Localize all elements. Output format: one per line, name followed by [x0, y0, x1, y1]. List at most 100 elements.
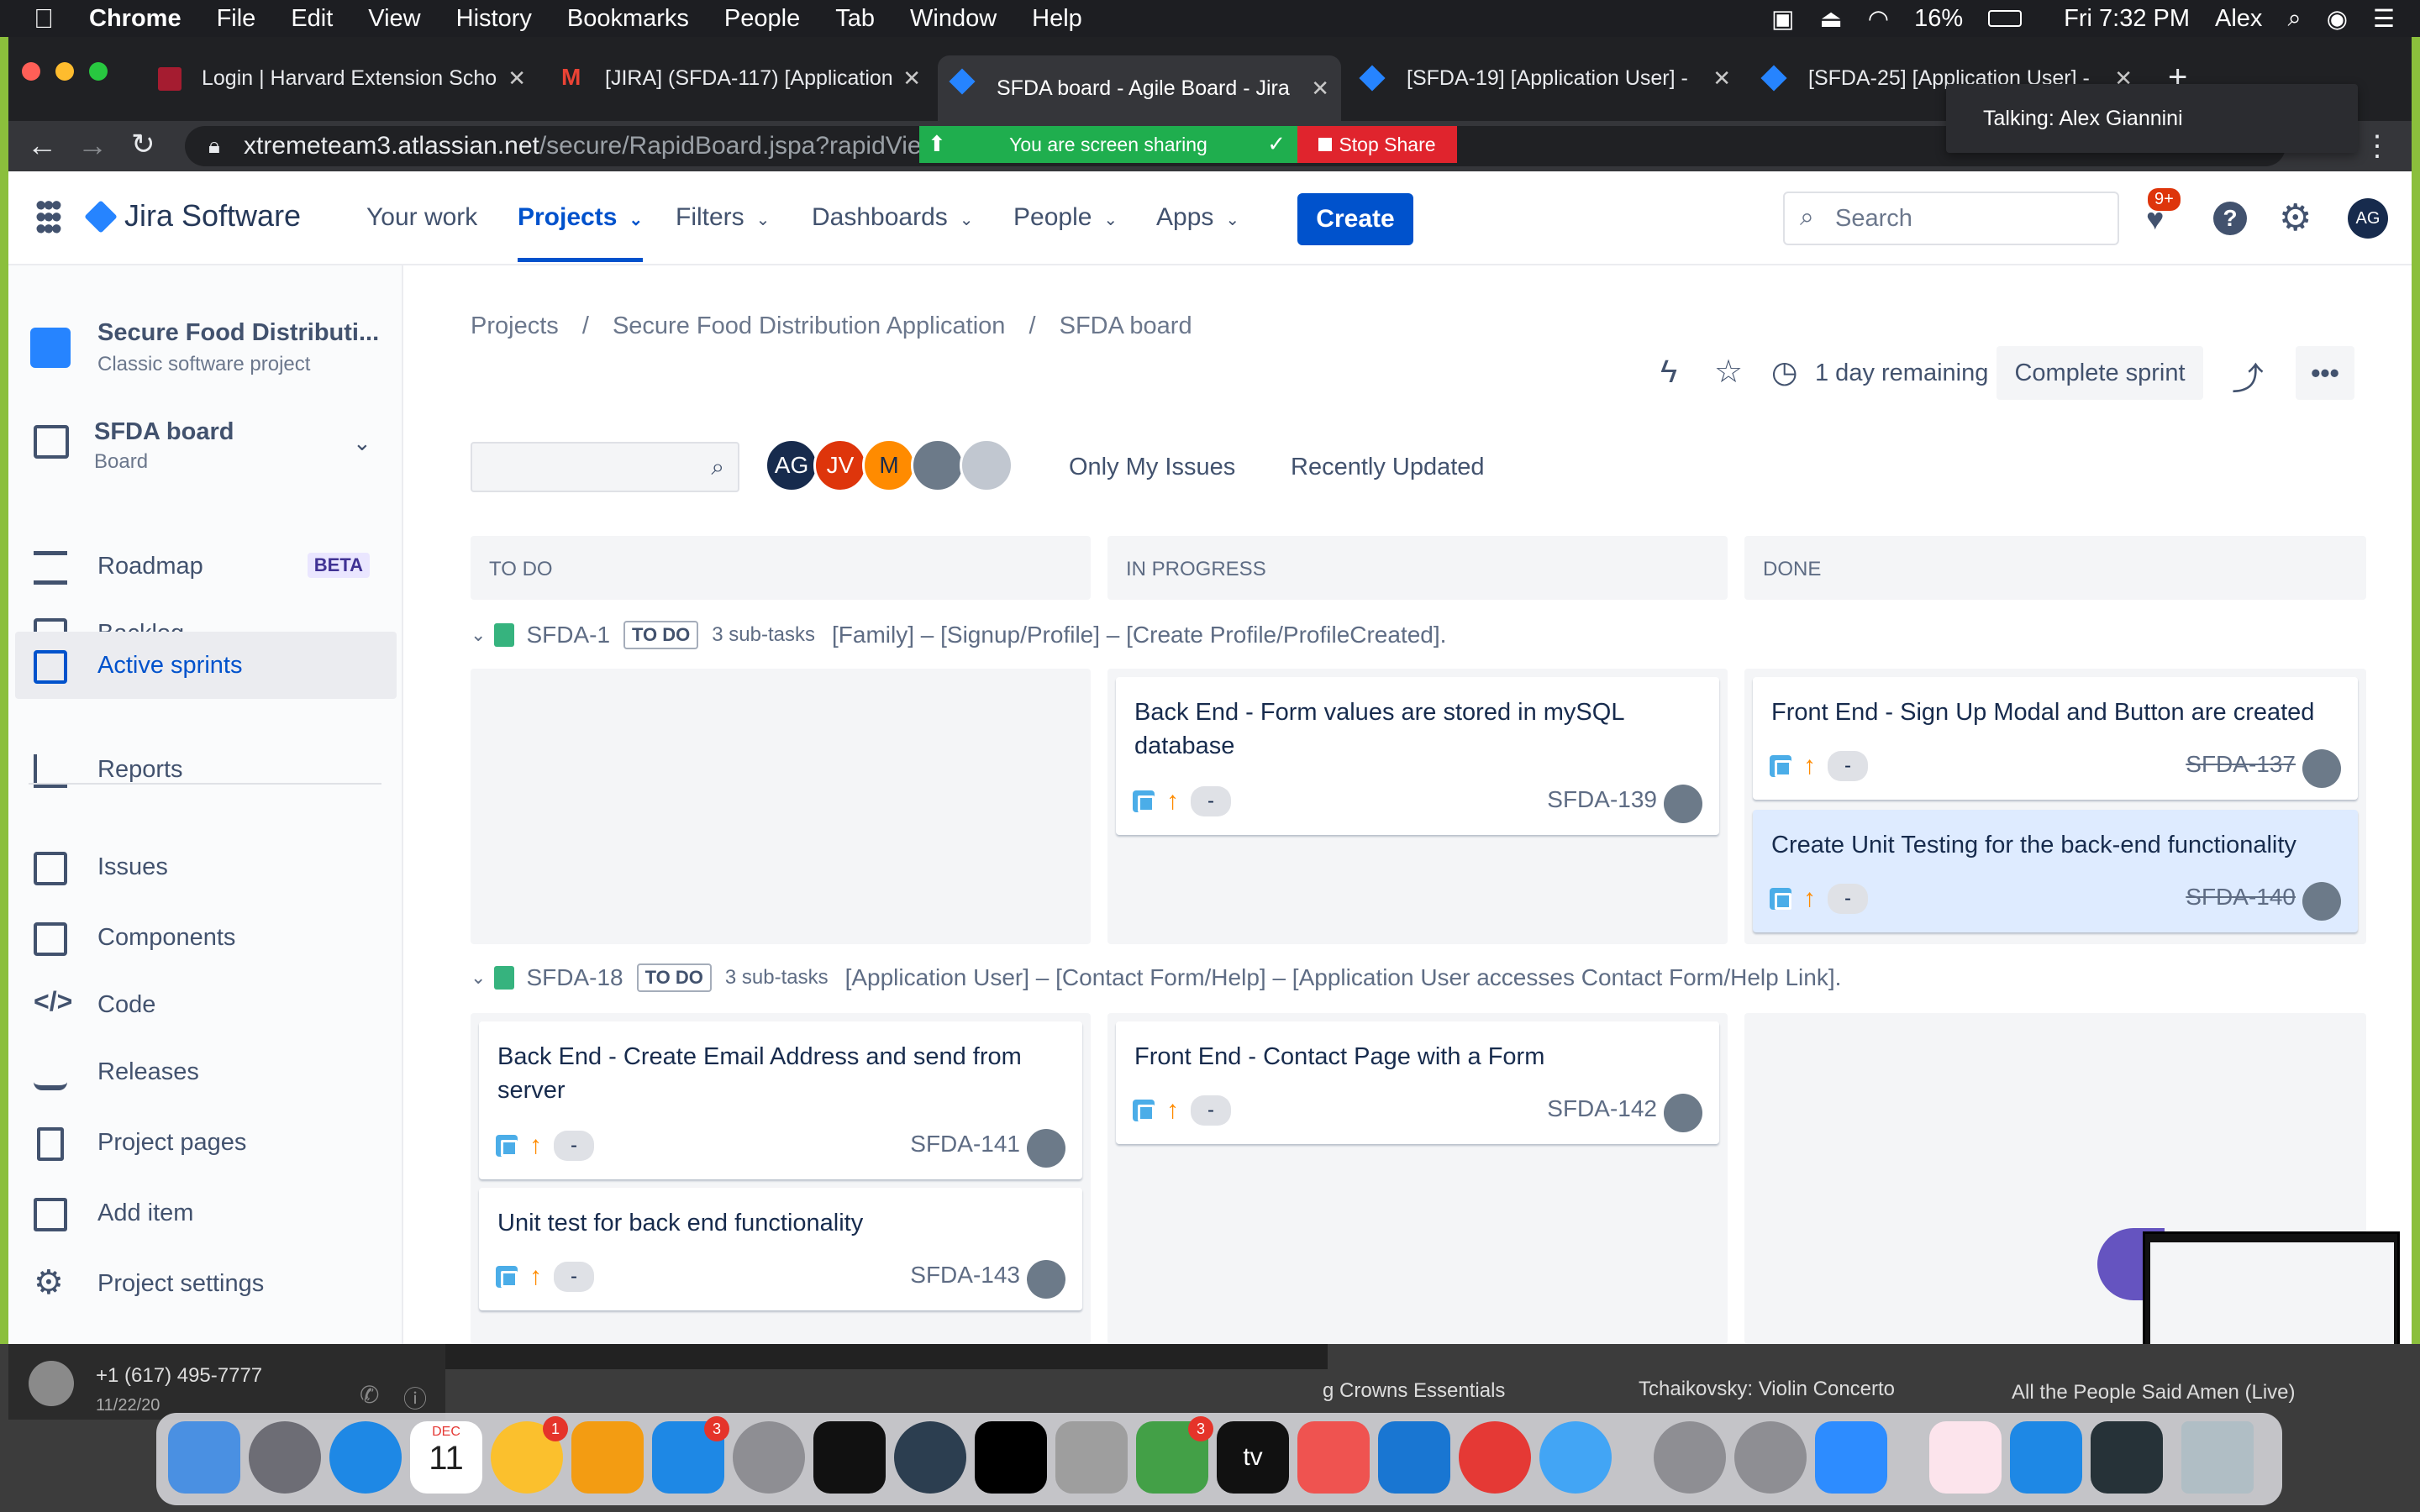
quicktime-icon[interactable] — [894, 1421, 966, 1494]
system-preferences-icon[interactable] — [1654, 1421, 1726, 1494]
terminal-icon[interactable] — [813, 1421, 886, 1494]
breadcrumb-project[interactable]: Secure Food Distribution Application — [613, 312, 1005, 339]
sidebar-item-project-settings[interactable]: ⚙ Project settings — [8, 1250, 390, 1317]
automation-bolt-icon[interactable]: ϟ — [1660, 354, 1677, 391]
menu-clock[interactable]: Fri 7:32 PM — [2064, 5, 2190, 33]
menu-tab[interactable]: Tab — [835, 5, 875, 33]
tab-close-icon[interactable]: ✕ — [1311, 76, 1329, 102]
siri-icon[interactable]: ◉ — [2327, 4, 2348, 34]
board-name[interactable]: SFDA board — [94, 418, 234, 446]
nav-apps[interactable]: Apps ⌄ — [1156, 203, 1239, 232]
issue-key[interactable]: SFDA-140 — [2186, 880, 2296, 914]
board-switcher-chevron-icon[interactable]: ⌄ — [353, 430, 371, 456]
intellij-icon[interactable] — [975, 1421, 1047, 1494]
issue-card[interactable]: Front End - Sign Up Modal and Button are… — [1753, 677, 2358, 800]
breadcrumb-board[interactable]: SFDA board — [1060, 312, 1192, 339]
messages-icon[interactable] — [1539, 1421, 1612, 1494]
back-icon[interactable]: ← — [27, 128, 57, 163]
menu-view[interactable]: View — [368, 5, 420, 33]
project-avatar-cloud-icon[interactable] — [30, 328, 71, 368]
help-icon[interactable]: ? — [2213, 202, 2247, 235]
breadcrumb-projects[interactable]: Projects — [471, 312, 559, 339]
swimlane-key[interactable]: SFDA-1 — [526, 622, 610, 648]
sidebar-item-code[interactable]: </> Code — [8, 971, 390, 1038]
music-icon[interactable] — [1297, 1421, 1370, 1494]
window-zoom-button[interactable] — [89, 62, 108, 81]
assignee-avatar[interactable] — [1027, 1260, 1065, 1299]
avatar-filter-jv[interactable]: JV — [813, 438, 867, 492]
assignee-avatar[interactable] — [2302, 882, 2341, 921]
sidebar-item-active-sprints[interactable]: Active sprints — [15, 632, 397, 699]
menu-file[interactable]: File — [217, 5, 256, 33]
swimlane-header[interactable]: ⌄ SFDA-18 TO DO 3 sub-tasks [Application… — [471, 961, 1841, 995]
spotlight-icon[interactable]: ⌕ — [2287, 5, 2301, 33]
facetime-icon[interactable]: 3 — [1136, 1416, 1213, 1494]
zoom-status-icon[interactable]: ▣ — [1771, 4, 1794, 34]
photos-icon[interactable]: 1 — [491, 1416, 568, 1494]
sidebar-item-roadmap[interactable]: Roadmap BETA — [8, 533, 390, 600]
app-switcher-icon[interactable]: ••• ••• ••• — [35, 190, 62, 245]
swimlane-key[interactable]: SFDA-18 — [526, 964, 623, 991]
search-input[interactable]: ⌕ Search — [1783, 192, 2119, 245]
avatar-filter-unassigned[interactable] — [960, 438, 1013, 492]
issue-key[interactable]: SFDA-139 — [1547, 783, 1657, 816]
airplay-icon[interactable]: ⏏ — [1819, 4, 1842, 34]
tab-close-icon[interactable]: ✕ — [1712, 66, 1731, 92]
issue-card-selected[interactable]: Create Unit Testing for the back-end fun… — [1753, 810, 2358, 932]
control-center-icon[interactable]: ☰ — [2373, 4, 2395, 34]
board-search-input[interactable]: ⌕ — [471, 442, 739, 492]
issue-key[interactable]: SFDA-143 — [910, 1258, 1020, 1292]
avatar-filter-photo[interactable] — [911, 438, 965, 492]
browser-tab[interactable]: M [JIRA] (SFDA-117) [Application ✕ — [546, 54, 933, 102]
avatar-filter-m[interactable]: M — [862, 438, 916, 492]
issue-card[interactable]: Back End - Form values are stored in myS… — [1116, 677, 1719, 835]
menu-edit[interactable]: Edit — [291, 5, 333, 33]
window-close-button[interactable] — [22, 62, 40, 81]
share-icon[interactable]: ⤴ — [2232, 353, 2264, 399]
star-icon[interactable]: ☆ — [1714, 353, 1743, 391]
vscode-icon[interactable] — [1378, 1421, 1450, 1494]
menu-bookmarks[interactable]: Bookmarks — [567, 5, 689, 33]
tab-close-icon[interactable]: ✕ — [902, 66, 921, 92]
chrome-icon[interactable] — [1459, 1421, 1531, 1494]
nav-your-work[interactable]: Your work — [366, 203, 477, 232]
create-button[interactable]: Create — [1297, 193, 1413, 245]
sidebar-item-releases[interactable]: Releases — [8, 1038, 390, 1105]
assignee-avatar[interactable] — [1664, 1094, 1702, 1132]
sidebar-item-add-item[interactable]: Add item — [8, 1179, 390, 1247]
menu-help[interactable]: Help — [1032, 5, 1082, 33]
nav-people[interactable]: People ⌄ — [1013, 203, 1118, 232]
menu-user[interactable]: Alex — [2215, 5, 2262, 33]
menu-app-name[interactable]: Chrome — [89, 5, 182, 33]
window-minimize-button[interactable] — [55, 62, 74, 81]
app-store-icon[interactable]: 3 — [652, 1416, 729, 1494]
browser-tab[interactable]: Login | Harvard Extension Scho ✕ — [143, 54, 538, 102]
calendar-icon[interactable]: DEC 11 — [410, 1421, 482, 1494]
menu-people[interactable]: People — [724, 5, 800, 33]
settings-gear-icon[interactable]: ⚙ — [2279, 197, 2312, 239]
nav-filters[interactable]: Filters ⌄ — [676, 203, 770, 232]
jira-logo-text[interactable]: Jira Software — [124, 198, 301, 234]
tab-close-icon[interactable]: ✕ — [508, 66, 526, 92]
finder-icon[interactable] — [168, 1421, 240, 1494]
zoom-icon[interactable] — [1815, 1421, 1887, 1494]
project-name[interactable]: Secure Food Distributi... — [97, 319, 379, 347]
document-thumbnail-icon[interactable] — [1929, 1421, 2002, 1494]
assignee-avatar[interactable] — [1664, 785, 1702, 823]
chevron-down-icon[interactable]: ⌄ — [471, 967, 486, 989]
avatar-filter-ag[interactable]: AG — [765, 438, 818, 492]
nav-dashboards[interactable]: Dashboards ⌄ — [812, 203, 974, 232]
filter-recently-updated[interactable]: Recently Updated — [1291, 454, 1485, 481]
phone-icon[interactable]: ✆ — [360, 1381, 379, 1409]
nav-projects[interactable]: Projects ⌄ — [518, 203, 644, 262]
issue-card[interactable]: Unit test for back end functionality ↑ -… — [479, 1188, 1082, 1310]
app-store-icon[interactable] — [2010, 1421, 2082, 1494]
sidebar-item-issues[interactable]: Issues — [8, 833, 390, 900]
screenshot-thumbnail-icon[interactable] — [2091, 1421, 2163, 1494]
jira-logo-icon[interactable] — [84, 200, 118, 234]
chevron-down-icon[interactable]: ⌄ — [471, 624, 486, 646]
system-preferences-icon[interactable] — [733, 1421, 805, 1494]
more-menu-icon[interactable]: ⋮ — [2363, 129, 2391, 163]
browser-tab[interactable]: [SFDA-19] [Application User] - ✕ — [1348, 54, 1743, 102]
wifi-icon[interactable]: ◠ — [1868, 4, 1889, 34]
